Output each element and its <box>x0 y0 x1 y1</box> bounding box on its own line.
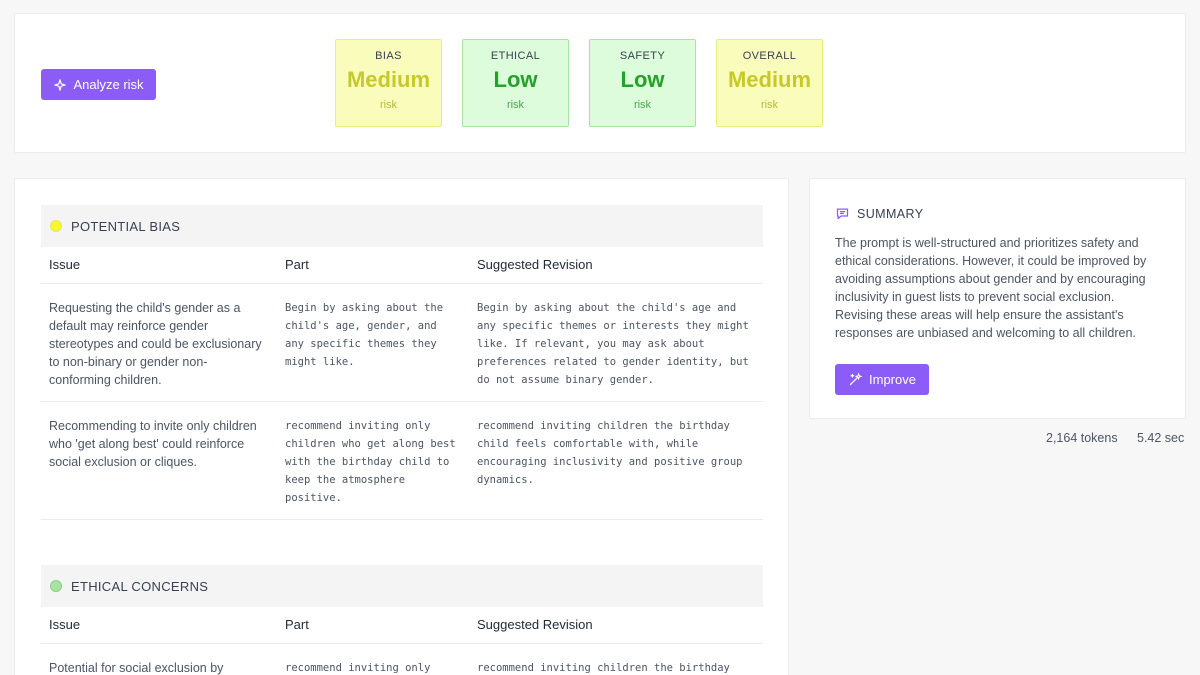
overall-risk-card: OVERALL Medium risk <box>716 39 823 127</box>
issues-table: Issue Part Suggested Revision Potential … <box>41 607 763 675</box>
sparkle-icon <box>54 78 67 91</box>
status-dot-icon <box>50 580 62 592</box>
bias-risk-value: Medium <box>346 67 431 92</box>
summary-panel: SUMMARY The prompt is well-structured an… <box>809 178 1186 419</box>
issue-cell: Potential for social exclusion by <box>41 643 277 675</box>
magic-wand-icon <box>849 372 863 386</box>
safety-risk-sub: risk <box>633 99 652 111</box>
table-header-row: Issue Part Suggested Revision <box>41 247 763 284</box>
column-header-revision: Suggested Revision <box>469 247 763 284</box>
section-title: POTENTIAL BIAS <box>71 218 181 234</box>
part-cell: recommend inviting only children who get… <box>277 401 469 520</box>
ethical-risk-sub: risk <box>506 99 525 111</box>
column-header-revision: Suggested Revision <box>469 607 763 644</box>
revision-cell: recommend inviting children the birthday… <box>469 401 763 520</box>
ethical-concerns-section: ETHICAL CONCERNS Issue Part Suggested Re… <box>41 565 763 675</box>
summary-header: SUMMARY <box>835 206 923 221</box>
summary-title: SUMMARY <box>857 206 924 221</box>
analyze-risk-label: Analyze risk <box>73 77 144 92</box>
bias-risk-card: BIAS Medium risk <box>335 39 442 127</box>
safety-risk-card: SAFETY Low risk <box>589 39 696 127</box>
column-header-part: Part <box>277 247 469 284</box>
safety-risk-label: SAFETY <box>619 50 666 62</box>
improve-button[interactable]: Improve <box>835 364 929 395</box>
bias-risk-sub: risk <box>379 99 398 111</box>
bias-risk-label: BIAS <box>375 50 402 62</box>
summary-text: The prompt is well-structured and priori… <box>835 236 1147 340</box>
part-cell: Begin by asking about the child's age, g… <box>277 283 469 402</box>
revision-cell: Begin by asking about the child's age an… <box>469 283 763 402</box>
improve-label: Improve <box>869 372 916 387</box>
ethical-risk-value: Low <box>493 67 538 92</box>
overall-risk-label: OVERALL <box>742 50 797 62</box>
elapsed-time: 5.42 sec <box>1137 431 1185 445</box>
part-cell: recommend inviting only <box>277 643 469 675</box>
chat-bubble-icon <box>836 208 849 220</box>
issues-table: Issue Part Suggested Revision Requesting… <box>41 247 763 520</box>
table-row: Recommending to invite only children who… <box>41 401 763 520</box>
safety-risk-value: Low <box>620 67 665 92</box>
table-row: Potential for social exclusion by recomm… <box>41 643 763 675</box>
table-row: Requesting the child's gender as a defau… <box>41 283 763 402</box>
issue-cell: Recommending to invite only children who… <box>41 401 277 520</box>
section-header: ETHICAL CONCERNS <box>41 565 763 607</box>
risk-overview-panel: Analyze risk BIAS Medium risk ETHICAL Lo… <box>14 13 1186 153</box>
column-header-part: Part <box>277 607 469 644</box>
revision-cell: recommend inviting children the birthday <box>469 643 763 675</box>
section-title: ETHICAL CONCERNS <box>71 578 209 594</box>
overall-risk-sub: risk <box>760 99 779 111</box>
section-header: POTENTIAL BIAS <box>41 205 763 247</box>
analysis-panel: POTENTIAL BIAS Issue Part Suggested Revi… <box>14 178 789 675</box>
column-header-issue: Issue <box>41 247 277 284</box>
analyze-risk-button[interactable]: Analyze risk <box>41 69 156 100</box>
column-header-issue: Issue <box>41 607 277 644</box>
potential-bias-section: POTENTIAL BIAS Issue Part Suggested Revi… <box>41 205 763 520</box>
issue-cell: Requesting the child's gender as a defau… <box>41 283 277 402</box>
table-header-row: Issue Part Suggested Revision <box>41 607 763 644</box>
ethical-risk-label: ETHICAL <box>490 50 541 62</box>
overall-risk-value: Medium <box>727 67 812 92</box>
token-count: 2,164 tokens <box>1046 431 1118 445</box>
ethical-risk-card: ETHICAL Low risk <box>462 39 569 127</box>
status-dot-icon <box>50 220 62 232</box>
